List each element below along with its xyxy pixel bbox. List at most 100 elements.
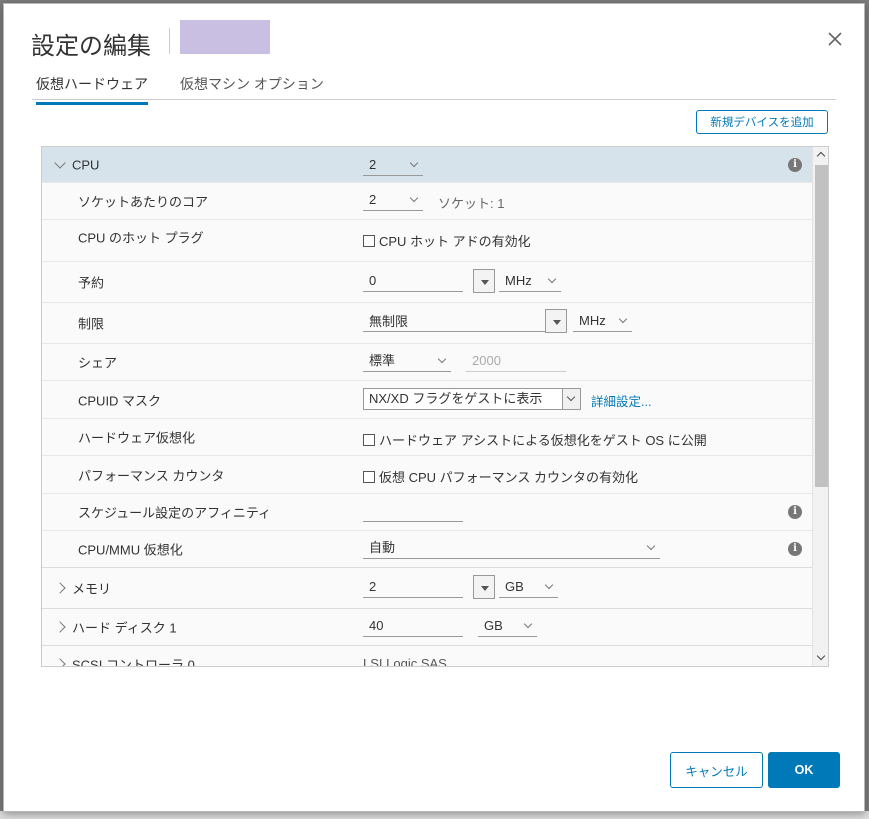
reservation-input[interactable]: [363, 270, 463, 292]
reservation-unit-value: MHz: [505, 273, 532, 288]
tab-vm-options[interactable]: 仮想マシン オプション: [180, 74, 324, 102]
tab-bar: 仮想ハードウェア 仮想マシン オプション: [32, 70, 836, 105]
reservation-unit-select[interactable]: MHz: [499, 270, 561, 292]
memory-label: メモリ: [72, 581, 112, 597]
chevron-down-icon: [618, 314, 628, 324]
hw-virtualization-label: ハードウェア仮想化: [78, 430, 196, 446]
hardware-panel: CPU 2 i ソケットあたりのコア 2 ソケット: 1 CPU のホット プラ…: [41, 146, 829, 667]
sockets-text: ソケット: 1: [438, 196, 505, 211]
cpu-label: CPU: [72, 157, 100, 172]
cores-per-socket-select[interactable]: 2: [363, 189, 423, 211]
mmu-value: 自動: [369, 540, 396, 555]
hard-disk-row[interactable]: ハード ディスク 1 GB: [42, 609, 812, 646]
shares-value: 標準: [369, 353, 396, 368]
cpu-count-select[interactable]: 2: [363, 154, 423, 176]
hw-virtualization-option[interactable]: ハードウェア アシストによる仮想化をゲスト OS に公開: [363, 430, 707, 449]
perf-counters-text: 仮想 CPU パフォーマンス カウンタの有効化: [379, 470, 639, 485]
cpuid-mask-value: NX/XD フラグをゲストに表示: [369, 391, 543, 406]
hard-disk-unit-select[interactable]: GB: [478, 615, 537, 637]
vm-name-block: [180, 20, 270, 54]
limit-unit-select[interactable]: MHz: [573, 310, 632, 332]
scroll-up-icon[interactable]: [813, 147, 828, 163]
cpuid-mask-label: CPUID マスク: [78, 393, 162, 408]
limit-dropdown-button[interactable]: [545, 309, 567, 333]
hard-disk-label: ハード ディスク 1: [72, 620, 177, 636]
cpu-hot-add-text: CPU ホット アドの有効化: [379, 234, 531, 249]
ok-button[interactable]: OK: [768, 752, 840, 788]
chevron-down-icon[interactable]: [54, 156, 66, 169]
cpuid-advanced-link[interactable]: 詳細設定...: [591, 391, 651, 410]
chevron-down-icon: [547, 274, 557, 284]
perf-counters-checkbox[interactable]: [363, 470, 375, 483]
cpu-hot-plug-row: CPU のホット プラグ CPU ホット アドの有効化: [42, 220, 812, 262]
cpuid-mask-select[interactable]: NX/XD フラグをゲストに表示: [363, 388, 581, 410]
hardware-rows: CPU 2 i ソケットあたりのコア 2 ソケット: 1 CPU のホット プラ…: [42, 147, 812, 667]
cpu-count-value: 2: [369, 157, 377, 172]
cpuid-mask-row: CPUID マスク NX/XD フラグをゲストに表示 詳細設定...: [42, 381, 812, 419]
limit-unit-value: MHz: [579, 313, 606, 328]
cancel-button[interactable]: キャンセル: [670, 752, 763, 788]
cpu-hot-add-checkbox[interactable]: [363, 234, 375, 247]
affinity-input[interactable]: [363, 500, 463, 522]
hw-virtualization-text: ハードウェア アシストによる仮想化をゲスト OS に公開: [379, 433, 707, 448]
info-icon[interactable]: i: [788, 157, 802, 172]
cpu-hot-plug-label: CPU のホット プラグ: [78, 230, 204, 246]
dialog-title: 設定の編集: [31, 33, 151, 60]
chevron-down-icon: [523, 619, 533, 629]
info-icon[interactable]: i: [788, 505, 802, 519]
background-strip: [0, 811, 869, 819]
memory-input[interactable]: [363, 576, 463, 598]
chevron-down-icon: [544, 580, 554, 590]
cores-per-socket-value: 2: [369, 192, 377, 207]
chevron-down-icon: [437, 354, 447, 364]
hw-virtualization-row: ハードウェア仮想化 ハードウェア アシストによる仮想化をゲスト OS に公開: [42, 419, 812, 456]
cpu-row[interactable]: CPU 2 i: [42, 147, 812, 183]
tab-virtual-hardware[interactable]: 仮想ハードウェア: [36, 74, 148, 105]
close-icon[interactable]: [824, 28, 846, 50]
limit-row: 制限 MHz: [42, 303, 812, 344]
chevron-right-icon[interactable]: [54, 582, 66, 594]
scsi-controller-label: SCSI コントローラ 0: [72, 657, 195, 667]
mmu-select[interactable]: 自動: [363, 537, 660, 559]
hard-disk-input[interactable]: [363, 615, 463, 637]
reservation-row: 予約 MHz: [42, 262, 812, 303]
mmu-label: CPU/MMU 仮想化: [78, 542, 183, 558]
memory-unit-value: GB: [505, 579, 524, 594]
memory-row[interactable]: メモリ GB: [42, 568, 812, 609]
chevron-down-icon: [409, 193, 419, 203]
scsi-controller-value: LSI Logic SAS: [363, 656, 447, 667]
chevron-down-icon: [646, 541, 656, 551]
affinity-row: スケジュール設定のアフィニティ i: [42, 494, 812, 531]
affinity-label: スケジュール設定のアフィニティ: [78, 505, 272, 521]
hw-virtualization-checkbox[interactable]: [363, 433, 375, 446]
cpu-hot-add-option[interactable]: CPU ホット アドの有効化: [363, 231, 531, 250]
cores-per-socket-row: ソケットあたりのコア 2 ソケット: 1: [42, 183, 812, 220]
mmu-row: CPU/MMU 仮想化 自動 i: [42, 531, 812, 568]
perf-counters-option[interactable]: 仮想 CPU パフォーマンス カウンタの有効化: [363, 467, 638, 486]
perf-counters-row: パフォーマンス カウンタ 仮想 CPU パフォーマンス カウンタの有効化: [42, 456, 812, 494]
cores-per-socket-label: ソケットあたりのコア: [78, 194, 209, 210]
chevron-right-icon[interactable]: [54, 658, 66, 666]
reservation-label: 予約: [78, 275, 105, 291]
shares-label: シェア: [78, 355, 118, 371]
limit-label: 制限: [78, 316, 105, 332]
info-icon[interactable]: i: [788, 542, 802, 556]
limit-input[interactable]: [363, 310, 545, 332]
chevron-down-icon: [409, 158, 419, 168]
vertical-scrollbar[interactable]: [812, 147, 828, 666]
scroll-down-icon[interactable]: [813, 650, 828, 666]
title-separator: [169, 28, 170, 54]
chevron-right-icon[interactable]: [54, 621, 66, 633]
memory-unit-select[interactable]: GB: [499, 576, 558, 598]
chevron-down-icon: [562, 389, 580, 409]
hard-disk-unit-value: GB: [484, 618, 503, 633]
scrollbar-thumb[interactable]: [815, 165, 828, 487]
reservation-dropdown-button[interactable]: [473, 269, 495, 293]
edit-settings-dialog: 設定の編集 仮想ハードウェア 仮想マシン オプション 新規デバイスを追加 CPU…: [3, 3, 865, 812]
scsi-controller-row[interactable]: SCSI コントローラ 0 LSI Logic SAS: [42, 646, 812, 667]
add-new-device-button[interactable]: 新規デバイスを追加: [696, 110, 828, 134]
memory-dropdown-button[interactable]: [473, 575, 495, 599]
shares-select[interactable]: 標準: [363, 350, 451, 372]
shares-number-input: [466, 350, 566, 372]
perf-counters-label: パフォーマンス カウンタ: [78, 468, 225, 483]
